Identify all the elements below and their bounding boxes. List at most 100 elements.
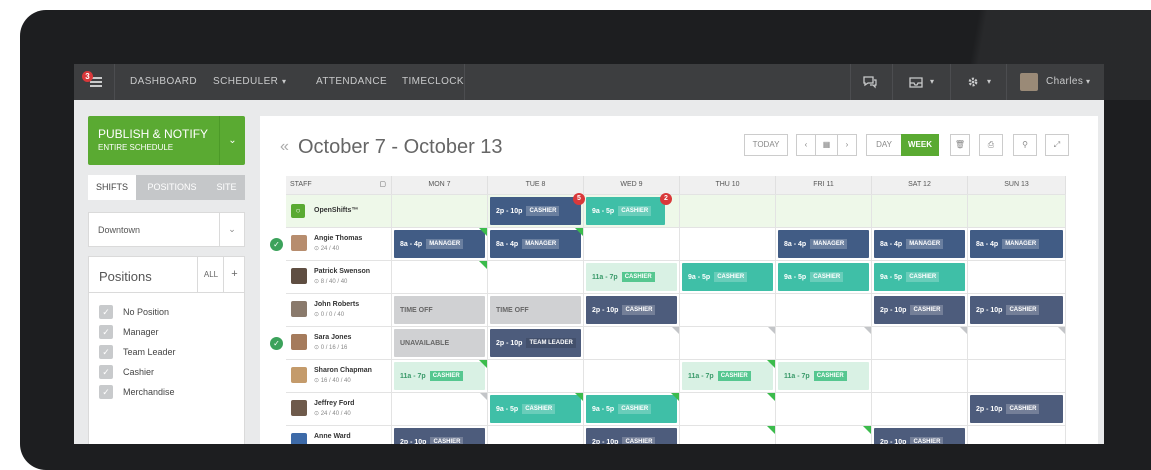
prev-week-button[interactable]: « xyxy=(280,138,289,156)
tab-shifts[interactable]: SHIFTS xyxy=(88,175,136,200)
chat-icon[interactable] xyxy=(862,75,878,89)
notification-badge[interactable]: 3 xyxy=(82,71,93,82)
day-header[interactable]: THU 10 xyxy=(680,176,776,194)
shift-cell[interactable]: 2p - 10p CASHIER xyxy=(872,426,968,444)
shift-cell[interactable] xyxy=(776,294,872,326)
checkbox-no-position[interactable]: ✓ xyxy=(99,305,113,319)
shift-cell[interactable] xyxy=(680,426,776,444)
inbox-icon[interactable] xyxy=(908,75,924,89)
shift-cell[interactable]: 9a - 5p CASHIER xyxy=(584,393,680,425)
today-button[interactable]: TODAY xyxy=(744,134,788,156)
shift-cell[interactable]: 2p - 10p CASHIER xyxy=(392,426,488,444)
shift-block[interactable]: 11a - 7p CASHIER xyxy=(586,263,677,291)
day-header[interactable]: SUN 13 xyxy=(968,176,1066,194)
week-view-button[interactable]: WEEK xyxy=(901,134,939,156)
shift-block[interactable]: 8a - 4p MANAGER xyxy=(970,230,1063,258)
shift-cell[interactable] xyxy=(680,327,776,359)
shift-cell[interactable] xyxy=(488,360,584,392)
checkbox-team-leader[interactable]: ✓ xyxy=(99,345,113,359)
shift-cell[interactable] xyxy=(584,327,680,359)
shift-cell[interactable] xyxy=(488,261,584,293)
shift-cell[interactable]: 2p - 10p CASHIER xyxy=(968,393,1066,425)
user-name[interactable]: Charles xyxy=(1046,64,1083,100)
shift-cell[interactable] xyxy=(584,360,680,392)
unavailable-block[interactable]: UNAVAILABLE xyxy=(394,329,485,357)
day-header[interactable]: TUE 8 xyxy=(488,176,584,194)
shift-cell[interactable] xyxy=(776,195,872,227)
shift-cell[interactable] xyxy=(392,261,488,293)
shift-cell[interactable] xyxy=(968,360,1066,392)
shift-cell[interactable]: 2p - 10p CASHIER xyxy=(584,426,680,444)
chevron-right-icon[interactable]: › xyxy=(837,134,857,156)
shift-cell[interactable]: 9a - 5p CASHIER xyxy=(872,261,968,293)
shift-cell[interactable]: 8a - 4p MANAGER xyxy=(872,228,968,260)
open-shift[interactable]: 9a - 5p CASHIER xyxy=(586,197,665,225)
print-icon[interactable]: ⎙ xyxy=(979,134,1003,156)
shift-cell[interactable]: 2p - 10p CASHIER xyxy=(584,294,680,326)
shift-cell[interactable] xyxy=(968,195,1066,227)
staff-name[interactable]: Sara Jones xyxy=(314,334,351,341)
chevron-down-icon[interactable]: ⌄ xyxy=(219,116,245,165)
staff-name[interactable]: Jeffrey Ford xyxy=(314,400,354,407)
day-header[interactable]: FRI 11 xyxy=(776,176,872,194)
shift-cell[interactable] xyxy=(680,393,776,425)
staff-name[interactable]: John Roberts xyxy=(314,301,359,308)
select-all-button[interactable]: ALL xyxy=(197,257,224,292)
tab-site[interactable]: SITE xyxy=(208,175,245,200)
shift-cell[interactable]: 2p - 10p CASHIER xyxy=(872,294,968,326)
nav-timeclock[interactable]: TIMECLOCK xyxy=(402,64,464,100)
shift-block[interactable]: 8a - 4p MANAGER xyxy=(778,230,869,258)
shift-cell[interactable]: 8a - 4p MANAGER xyxy=(968,228,1066,260)
shift-block[interactable]: 2p - 10p CASHIER xyxy=(970,395,1063,423)
shift-block[interactable]: 9a - 5p CASHIER xyxy=(586,395,677,423)
shift-cell[interactable]: UNAVAILABLE xyxy=(392,327,488,359)
shift-block[interactable]: 11a - 7p CASHIER xyxy=(778,362,869,390)
shift-cell[interactable]: 9a - 5p CASHIER 2 xyxy=(584,193,680,227)
shift-cell[interactable] xyxy=(776,426,872,444)
shift-cell[interactable] xyxy=(872,360,968,392)
time-off-block[interactable]: TIME OFF xyxy=(490,296,581,324)
shift-cell[interactable] xyxy=(392,195,488,227)
staff-name[interactable]: Patrick Swenson xyxy=(314,268,370,275)
chevron-down-icon[interactable]: ▾ xyxy=(930,64,934,100)
shift-block[interactable]: 9a - 5p CASHIER xyxy=(490,395,581,423)
day-header[interactable]: MON 7 xyxy=(392,176,488,194)
shift-cell[interactable] xyxy=(968,426,1066,444)
shift-block[interactable]: 2p - 10p CASHIER xyxy=(874,296,965,324)
shift-cell[interactable] xyxy=(776,327,872,359)
shift-block[interactable]: 9a - 5p CASHIER xyxy=(778,263,869,291)
chevron-down-icon[interactable]: ⌄ xyxy=(219,213,244,246)
chevron-down-icon[interactable]: ▾ xyxy=(282,64,286,100)
day-header[interactable]: WED 9 xyxy=(584,176,680,194)
shift-block[interactable]: 8a - 4p MANAGER xyxy=(394,230,485,258)
checkbox-manager[interactable]: ✓ xyxy=(99,325,113,339)
shift-block[interactable]: 2p - 10p CASHIER xyxy=(970,296,1063,324)
shift-block[interactable]: 8a - 4p MANAGER xyxy=(874,230,965,258)
shift-block[interactable]: 2p - 10p TEAM LEADER xyxy=(490,329,581,357)
shift-block[interactable]: 2p - 10p CASHIER xyxy=(586,296,677,324)
shift-cell[interactable] xyxy=(680,195,776,227)
wrench-icon[interactable]: ⚲ xyxy=(1013,134,1037,156)
select-all-checkbox[interactable]: ▢ xyxy=(286,176,392,194)
shift-cell[interactable] xyxy=(968,327,1066,359)
shift-cell[interactable]: 11a - 7p CASHIER xyxy=(392,360,488,392)
shift-cell[interactable] xyxy=(680,294,776,326)
time-off-block[interactable]: TIME OFF xyxy=(394,296,485,324)
checkbox-merchandise[interactable]: ✓ xyxy=(99,385,113,399)
gear-icon[interactable] xyxy=(966,75,980,89)
shift-cell[interactable]: 2p - 10p TEAM LEADER xyxy=(488,327,584,359)
day-header[interactable]: SAT 12 xyxy=(872,176,968,194)
shift-cell[interactable]: 8a - 4p MANAGER xyxy=(392,228,488,260)
staff-name[interactable]: Anne Ward xyxy=(314,433,351,440)
shift-cell[interactable]: 11a - 7p CASHIER xyxy=(584,261,680,293)
shift-cell[interactable]: 8a - 4p MANAGER xyxy=(776,228,872,260)
shift-cell[interactable]: TIME OFF xyxy=(488,294,584,326)
shift-cell[interactable]: 8a - 4p MANAGER xyxy=(488,228,584,260)
calendar-icon[interactable]: ▦ xyxy=(815,134,838,156)
shift-cell[interactable] xyxy=(584,228,680,260)
shift-cell[interactable]: 2p - 10p CASHIER xyxy=(968,294,1066,326)
tab-positions[interactable]: POSITIONS xyxy=(136,175,208,200)
shift-cell[interactable] xyxy=(488,426,584,444)
shift-block[interactable]: 9a - 5p CASHIER xyxy=(682,263,773,291)
publish-notify-button[interactable]: PUBLISH & NOTIFY ENTIRE SCHEDULE ⌄ xyxy=(88,116,245,165)
